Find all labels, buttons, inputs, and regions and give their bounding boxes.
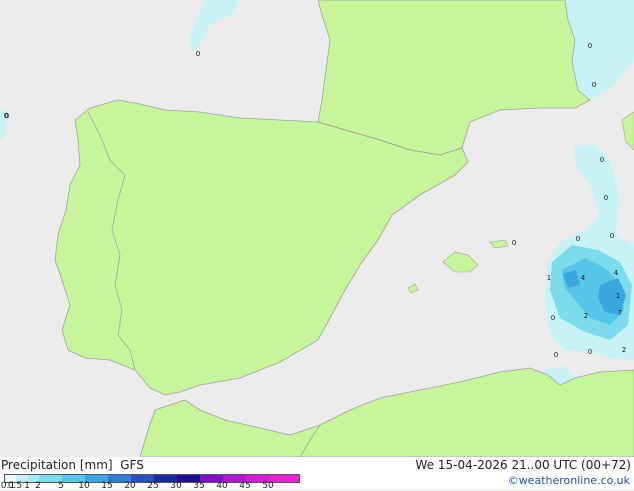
precip-value-label: 4	[581, 274, 586, 282]
precip-value-label: 0	[576, 235, 580, 243]
precip-value-label: 4	[614, 269, 619, 277]
precip-value-label: 0	[592, 81, 596, 89]
precipitation-map: 0000000001 4417200 0 20	[0, 0, 634, 457]
model-label: GFS	[120, 458, 144, 472]
precip-value-label: 0	[196, 50, 200, 58]
precip-value-label: 1	[547, 274, 551, 282]
precip-value-label: 2	[622, 346, 626, 354]
precip-value-label: 2	[584, 312, 588, 320]
precip-value-label: 0	[604, 194, 608, 202]
precip-value-label: 7	[618, 309, 622, 317]
variable-label: Precipitation [mm]	[1, 458, 113, 472]
precip-value-label: 0	[554, 351, 558, 359]
precip-value-label: 1	[616, 292, 620, 300]
valid-time: We 15-04-2026 21..00 UTC (00+72)	[415, 458, 631, 472]
footer: Precipitation [mm] GFS We 15-04-2026 21.…	[0, 457, 634, 491]
precip-value-label: 0	[4, 112, 8, 120]
precip-value-label: 0	[551, 314, 555, 322]
precip-value-label: 0	[512, 239, 516, 247]
precip-value-label: 0	[588, 348, 592, 356]
precip-value-label: 0	[600, 156, 604, 164]
map-title: Precipitation [mm] GFS	[1, 458, 144, 472]
credit-link[interactable]: ©weatheronline.co.uk	[508, 474, 630, 487]
precip-value-label: 0	[588, 42, 592, 50]
precip-value-label: 0	[610, 232, 614, 240]
